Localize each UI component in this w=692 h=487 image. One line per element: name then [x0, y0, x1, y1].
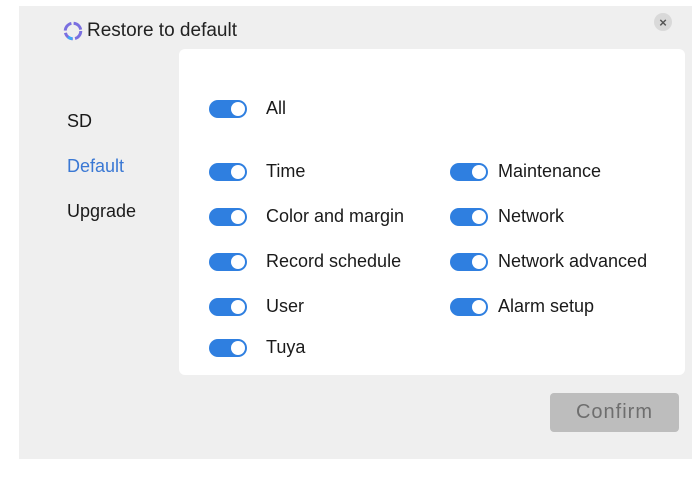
toggle-knob: [231, 164, 245, 179]
toggle-switch[interactable]: [209, 99, 247, 118]
toggle-knob: [472, 254, 486, 269]
option-all[interactable]: All: [209, 98, 286, 119]
option-label: Time: [266, 161, 306, 181]
toggle-knob: [231, 340, 245, 355]
toggle-switch[interactable]: [209, 162, 247, 181]
option-maintenance[interactable]: Maintenance: [450, 161, 601, 182]
refresh-icon: [63, 21, 83, 41]
toggle-switch[interactable]: [450, 252, 488, 271]
option-label: Tuya: [266, 337, 306, 357]
toggle-switch[interactable]: [209, 338, 247, 357]
option-user[interactable]: User: [209, 296, 304, 317]
toggle-switch[interactable]: [209, 207, 247, 226]
nav-item-sd[interactable]: SD: [67, 111, 92, 132]
option-alarm-setup[interactable]: Alarm setup: [450, 296, 594, 317]
option-network[interactable]: Network: [450, 206, 564, 227]
option-label: Maintenance: [498, 161, 602, 181]
toggle-knob: [231, 254, 245, 269]
toggle-knob: [472, 164, 486, 179]
toggle-knob: [231, 299, 245, 314]
toggle-switch[interactable]: [450, 297, 488, 316]
toggle-switch[interactable]: [209, 252, 247, 271]
dialog-title: Restore to default: [87, 20, 237, 41]
option-label: User: [266, 296, 305, 316]
option-time[interactable]: Time: [209, 161, 305, 182]
option-label: Network advanced: [498, 251, 648, 271]
toggle-knob: [472, 299, 486, 314]
option-label: Color and margin: [266, 206, 405, 226]
dialog-header: Restore to default: [62, 20, 237, 42]
option-tuya[interactable]: Tuya: [209, 337, 305, 358]
restore-default-dialog: Restore to default × SD Default Upgrade …: [19, 6, 692, 459]
toggle-knob: [231, 101, 245, 116]
close-icon: ×: [659, 14, 667, 30]
toggle-knob: [472, 209, 486, 224]
confirm-button[interactable]: Confirm: [550, 393, 679, 432]
nav-item-upgrade[interactable]: Upgrade: [67, 201, 136, 222]
option-color-and-margin[interactable]: Color and margin: [209, 206, 404, 227]
option-label: Record schedule: [266, 251, 402, 271]
options-panel: All Time Color and margin Record schedul…: [179, 49, 685, 375]
option-label: Network: [498, 206, 565, 226]
toggle-knob: [231, 209, 245, 224]
close-button[interactable]: ×: [654, 13, 672, 31]
nav-item-default[interactable]: Default: [67, 156, 124, 177]
option-label: All: [266, 98, 287, 118]
toggle-switch[interactable]: [450, 207, 488, 226]
option-network-advanced[interactable]: Network advanced: [450, 251, 647, 272]
toggle-switch[interactable]: [450, 162, 488, 181]
option-label: Alarm setup: [498, 296, 595, 316]
option-record-schedule[interactable]: Record schedule: [209, 251, 401, 272]
toggle-switch[interactable]: [209, 297, 247, 316]
